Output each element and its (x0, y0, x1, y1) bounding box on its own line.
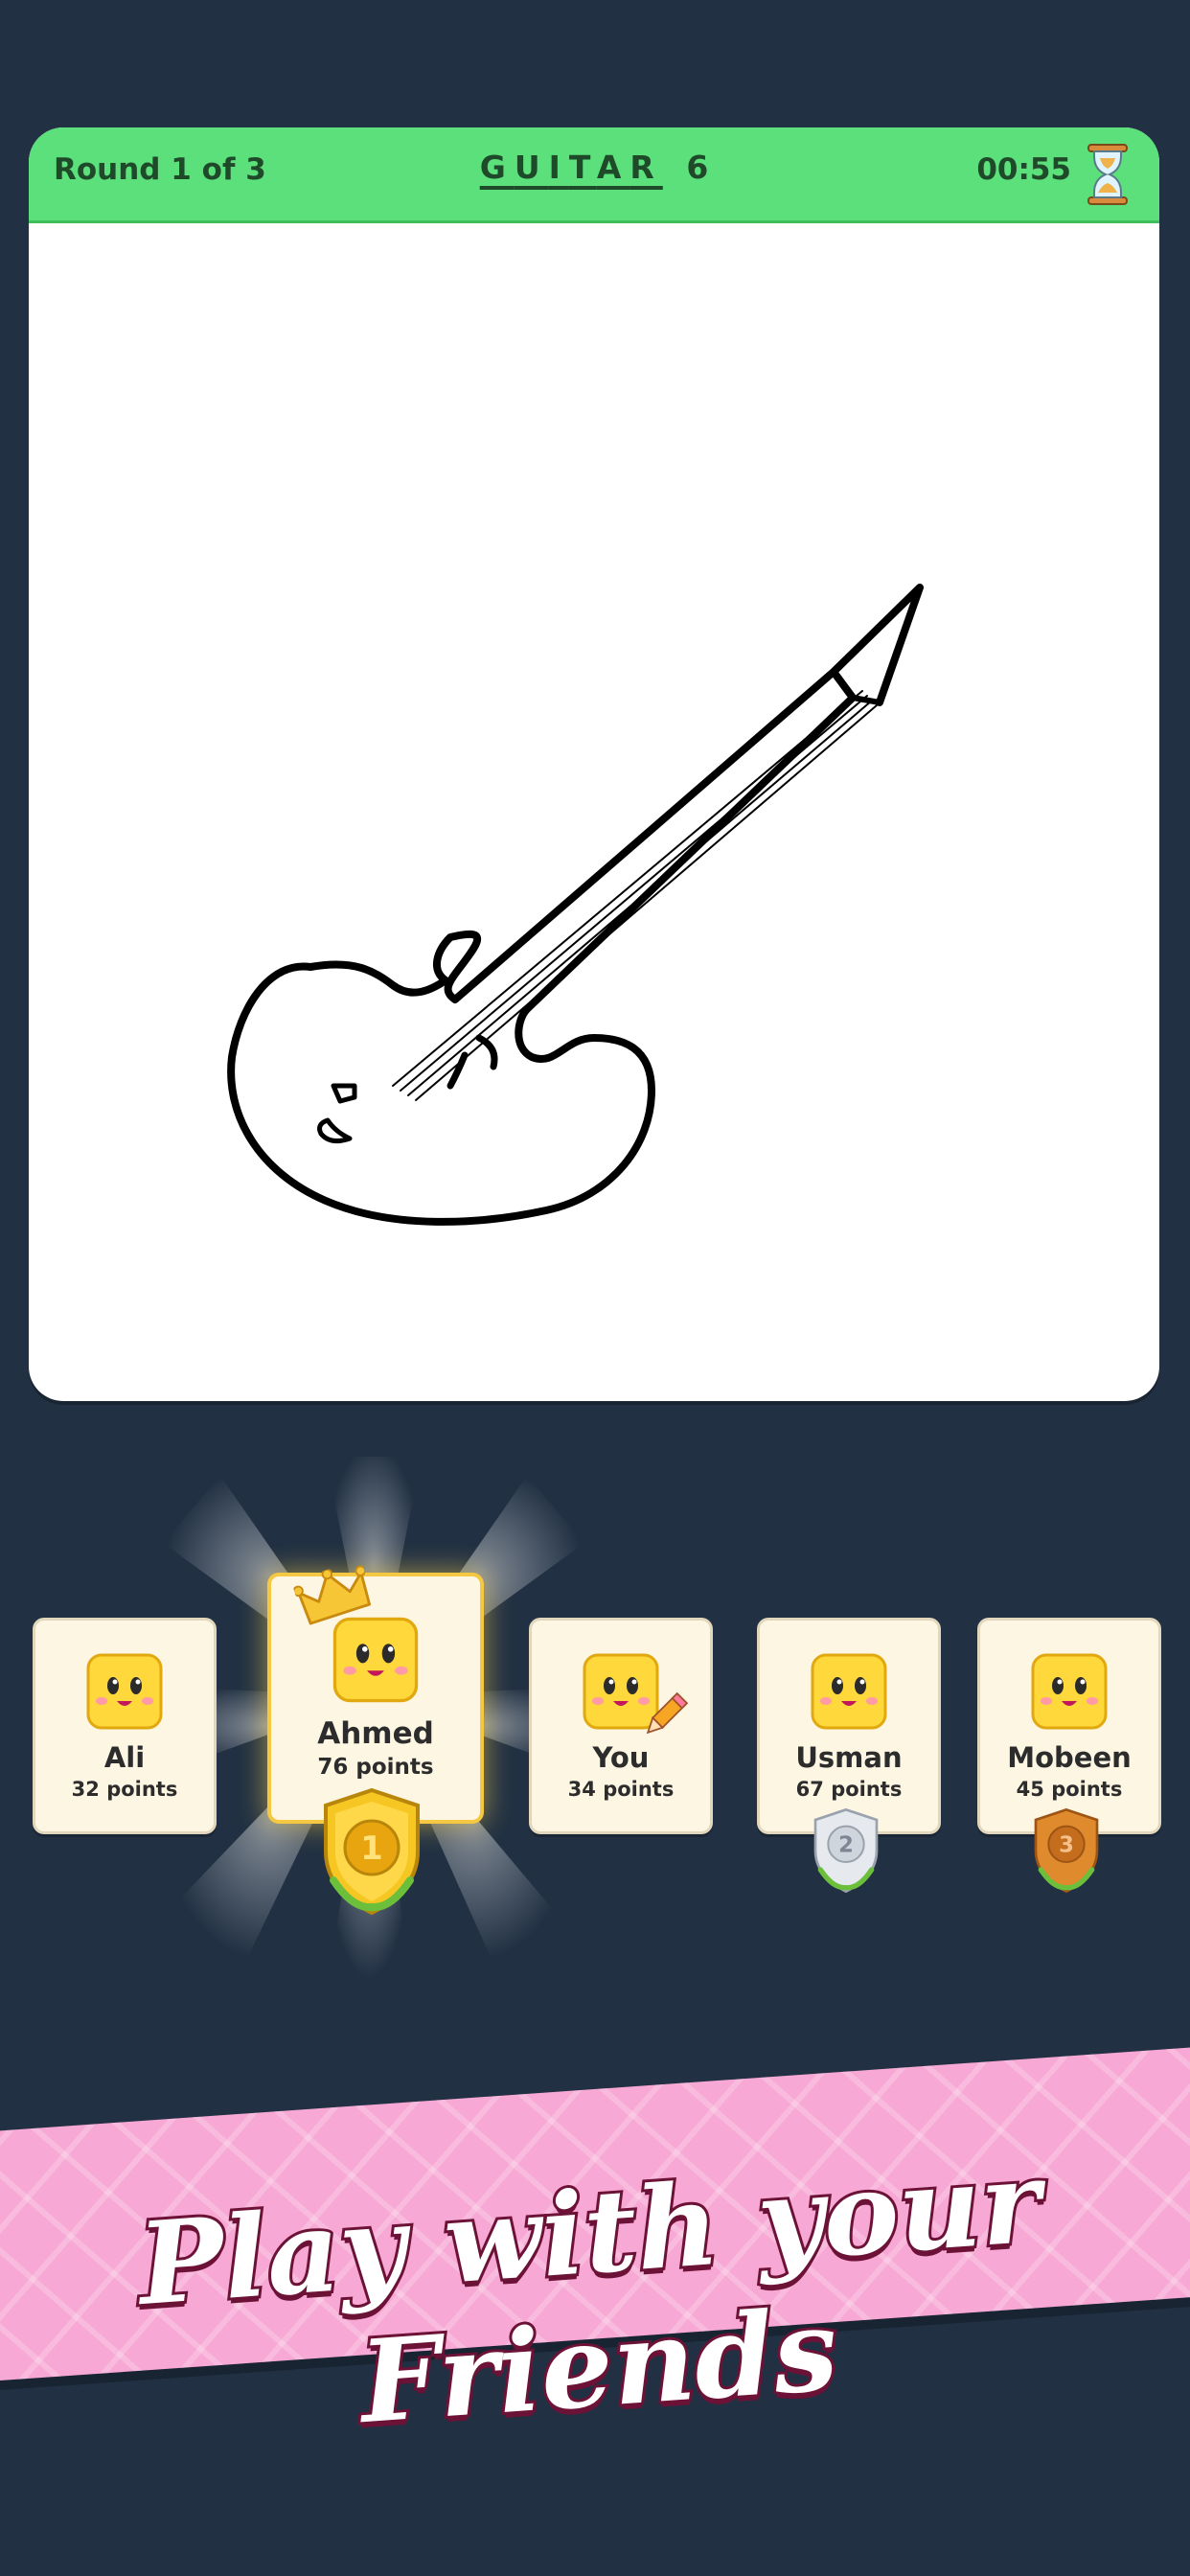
bronze-medal-icon: 3 (1034, 1807, 1099, 1894)
player-card-you: You 34 points (529, 1618, 713, 1834)
word-letter: U (514, 149, 549, 186)
medal-rank: 1 (360, 1829, 383, 1868)
word-length: 6 (686, 149, 709, 186)
word-letter: I (548, 149, 569, 186)
word-letter: R (629, 149, 663, 186)
guitar-drawing (227, 584, 924, 1226)
player-points: 32 points (71, 1778, 178, 1801)
word-letter: G (479, 149, 515, 186)
timer: 00:55 (976, 152, 1071, 187)
player-name: Usman (795, 1741, 903, 1774)
player-name: You (592, 1741, 650, 1774)
drawing-card: Round 1 of 3 GUITAR 6 00:55 (29, 127, 1159, 1401)
round-topbar: Round 1 of 3 GUITAR 6 00:55 (29, 127, 1159, 223)
player-name: Ahmed (317, 1716, 434, 1751)
hourglass-icon (1087, 144, 1128, 205)
player-name: Mobeen (1007, 1741, 1132, 1774)
pencil-icon (646, 1691, 689, 1735)
player-card-ali: Ali 32 points (33, 1618, 217, 1834)
player-points: 34 points (567, 1778, 675, 1801)
player-points: 76 points (317, 1755, 434, 1780)
word-letter: A (596, 149, 630, 186)
word-letter: T (568, 149, 597, 186)
smiley-avatar-icon (86, 1653, 163, 1730)
promo-banner: Play with your Friends (0, 2022, 1190, 2451)
silver-medal-icon: 2 (813, 1807, 879, 1894)
player-points: 45 points (1016, 1778, 1123, 1801)
player-name: Ali (103, 1741, 146, 1774)
player-card-mobeen: Mobeen 45 points (977, 1618, 1161, 1834)
player-card-usman: Usman 67 points (757, 1618, 941, 1834)
gold-medal-icon: 1 (324, 1787, 420, 1916)
player-points: 67 points (795, 1778, 903, 1801)
smiley-avatar-icon (1031, 1653, 1108, 1730)
smiley-avatar-icon (332, 1617, 419, 1703)
medal-rank: 2 (838, 1832, 854, 1857)
medal-rank: 3 (1059, 1832, 1074, 1857)
smiley-avatar-icon (811, 1653, 887, 1730)
